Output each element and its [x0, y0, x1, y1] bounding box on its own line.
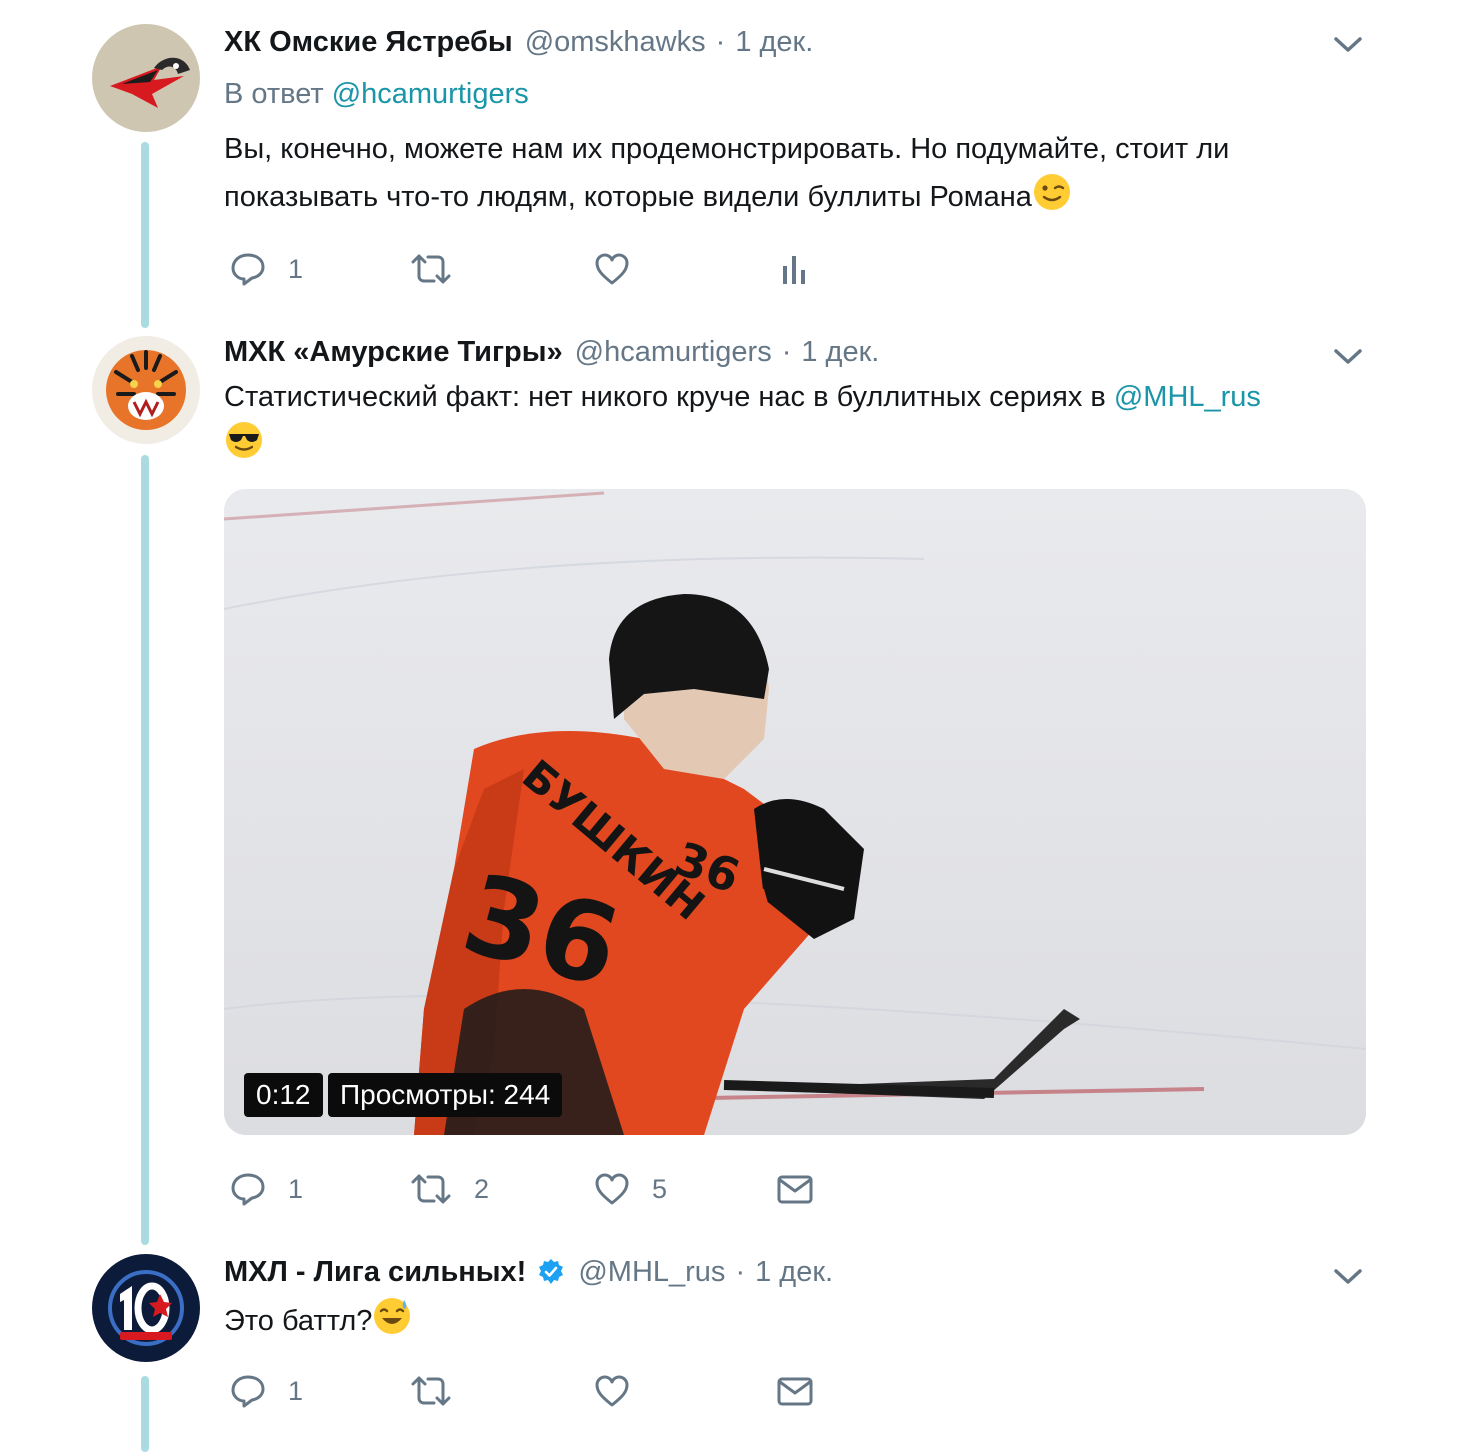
like-button[interactable] — [594, 1366, 652, 1416]
analytics-button[interactable] — [780, 244, 808, 294]
tweet-text-fragment: Статистический факт: нет никого круче на… — [224, 381, 1106, 413]
retweet-icon — [411, 1376, 451, 1406]
video-thumbnail: БУШКИН 36 36 — [224, 489, 1366, 1135]
retweet-count: 2 — [474, 1173, 490, 1204]
retweet-button[interactable] — [410, 244, 474, 294]
verified-badge-icon — [539, 1259, 564, 1284]
mhl-logo-icon — [92, 1254, 200, 1362]
hawk-logo-icon — [92, 24, 200, 132]
tweet-header: МХЛ - Лига сильных! @MHL_rus · 1 дек. — [224, 1252, 833, 1292]
tweet-actions: 1 — [224, 244, 864, 294]
tweet-time[interactable]: 1 дек. — [755, 1256, 833, 1289]
tweet-text-line: показывать что-то людям, которые видели … — [224, 172, 1354, 220]
video-player[interactable]: БУШКИН 36 36 0:12 Просмотры: 244 — [224, 489, 1366, 1135]
separator-dot: · — [715, 25, 726, 58]
retweet-button[interactable] — [410, 1366, 474, 1416]
tweet-actions: 1 2 5 — [224, 1164, 864, 1214]
author-name[interactable]: МХК «Амурские Тигры» — [224, 336, 563, 369]
chevron-down-icon[interactable] — [1330, 1264, 1366, 1288]
reply-button[interactable]: 1 — [230, 1164, 303, 1214]
mail-icon — [777, 1377, 813, 1406]
tweet-text-line — [224, 420, 1354, 468]
avatar-hcamurtigers[interactable] — [92, 336, 200, 444]
video-duration: 0:12 — [244, 1073, 323, 1117]
tweet-text-fragment: показывать что-то людям, которые видели … — [224, 181, 1032, 213]
tweet-actions: 1 — [224, 1366, 864, 1416]
reply-count: 1 — [288, 1375, 304, 1406]
tweet-time[interactable]: 1 дек. — [735, 26, 813, 59]
tweet-text: Статистический факт: нет никого круче на… — [224, 374, 1354, 468]
tweet[interactable]: МХЛ - Лига сильных! @MHL_rus · 1 дек. Эт… — [0, 1250, 1460, 1456]
tweet-header: МХК «Амурские Тигры» @hcamurtigers · 1 д… — [224, 332, 879, 372]
avatar-omskhawks[interactable] — [92, 24, 200, 132]
chevron-down-icon[interactable] — [1330, 344, 1366, 368]
heart-icon — [595, 1173, 629, 1205]
direct-message-button[interactable] — [776, 1164, 814, 1214]
winking-face-emoji-icon — [1033, 174, 1070, 210]
reply-to-handle[interactable]: @hcamurtigers — [332, 78, 529, 110]
sunglasses-face-emoji-icon — [226, 422, 262, 458]
retweet-icon — [411, 1174, 451, 1204]
reply-context: В ответ @hcamurtigers — [224, 78, 529, 111]
author-handle[interactable]: @omskhawks — [525, 26, 706, 59]
tweet-text-line: Статистический факт: нет никого круче на… — [224, 374, 1354, 420]
retweet-button[interactable]: 2 — [410, 1164, 489, 1214]
direct-message-button[interactable] — [776, 1366, 814, 1416]
author-name[interactable]: ХК Омские Ястребы — [224, 26, 513, 59]
tiger-logo-icon — [92, 336, 200, 444]
tweet-text: Вы, конечно, можете нам их продемонстрир… — [224, 126, 1354, 220]
reply-button[interactable]: 1 — [230, 1366, 303, 1416]
tweet-text: Это баттл? — [224, 1296, 1354, 1344]
like-button[interactable] — [594, 244, 652, 294]
video-views: Просмотры: 244 — [328, 1073, 563, 1117]
heart-icon — [595, 1375, 629, 1407]
tweet-text-line: Вы, конечно, можете нам их продемонстрир… — [224, 133, 1230, 165]
tweet-time[interactable]: 1 дек. — [801, 336, 879, 369]
separator-dot: · — [735, 1255, 746, 1288]
mention-link[interactable]: @MHL_rus — [1114, 381, 1261, 413]
reply-prefix: В ответ — [224, 78, 324, 110]
grinning-sweat-face-emoji-icon — [374, 1298, 411, 1334]
reply-button[interactable]: 1 — [230, 244, 303, 294]
separator-dot: · — [781, 335, 792, 368]
reply-icon — [231, 1173, 265, 1206]
author-handle[interactable]: @hcamurtigers — [575, 336, 772, 369]
heart-icon — [595, 253, 629, 285]
like-count: 5 — [652, 1173, 668, 1204]
tweet-text-line: Это баттл? — [224, 1296, 1354, 1344]
tweet-header: ХК Омские Ястребы @omskhawks · 1 дек. — [224, 22, 813, 62]
author-name[interactable]: МХЛ - Лига сильных! — [224, 1256, 526, 1289]
mail-icon — [777, 1175, 813, 1204]
reply-icon — [231, 253, 265, 286]
tweet-text-fragment: Это баттл? — [224, 1305, 373, 1337]
tweet[interactable]: ХК Омские Ястребы @omskhawks · 1 дек. В … — [0, 0, 1460, 330]
reply-count: 1 — [288, 253, 304, 284]
reply-count: 1 — [288, 1173, 304, 1204]
chevron-down-icon[interactable] — [1330, 32, 1366, 56]
author-handle[interactable]: @MHL_rus — [578, 1256, 725, 1289]
analytics-icon — [783, 256, 805, 284]
reply-icon — [231, 1375, 265, 1408]
retweet-icon — [411, 254, 451, 284]
avatar-mhl[interactable] — [92, 1254, 200, 1362]
like-button[interactable]: 5 — [594, 1164, 667, 1214]
